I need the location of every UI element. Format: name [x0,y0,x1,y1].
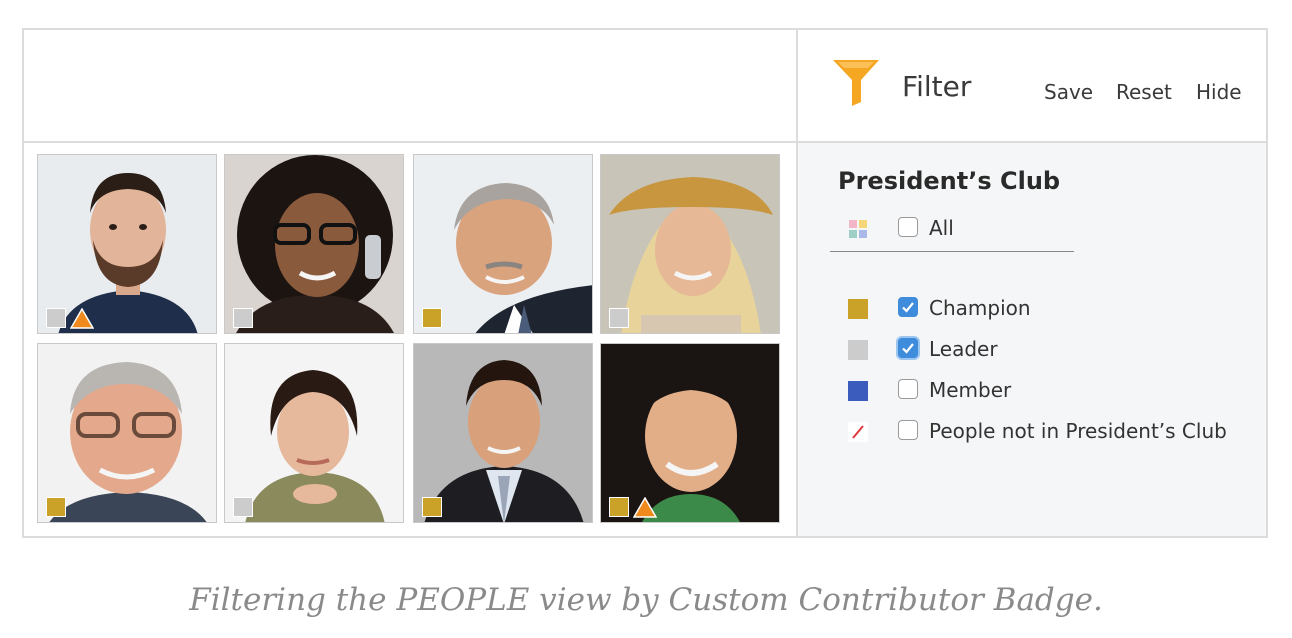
none-slash-icon [848,422,868,442]
checkbox-not-in-club[interactable] [898,420,918,440]
person-tile[interactable] [413,343,593,523]
checkmark-icon [902,343,914,354]
champion-badge [46,497,66,517]
leader-badge [233,308,253,328]
toolbar-blank-area [24,30,796,141]
champion-swatch [848,299,868,319]
champion-badge [609,497,629,517]
checkbox-all[interactable] [898,217,918,237]
checkmark-icon [902,302,914,313]
champion-label[interactable]: Champion [929,296,1031,320]
person-tile[interactable] [600,154,780,334]
person-tile[interactable] [37,343,217,523]
funnel-icon [833,60,879,106]
hide-link[interactable]: Hide [1196,80,1242,104]
checkbox-leader[interactable] [898,338,918,358]
panel-title: President’s Club [838,167,1061,195]
person-tile[interactable] [224,343,404,523]
filter-header: Filter Save Reset Hide [798,30,1266,141]
leader-label[interactable]: Leader [929,337,998,361]
person-tile[interactable] [413,154,593,334]
champion-badge [422,308,442,328]
figure-caption: Filtering the PEOPLE view by Custom Cont… [189,582,1103,618]
filter-row-member[interactable]: Member [798,375,1266,409]
person-tile[interactable] [224,154,404,334]
multi-color-grid-icon [849,220,867,238]
filter-row-all[interactable]: All [798,213,1266,247]
filter-row-not-in-club[interactable]: People not in President’s Club [798,416,1266,450]
member-swatch [848,381,868,401]
checkbox-member[interactable] [898,379,918,399]
not-in-club-label[interactable]: People not in President’s Club [929,419,1227,443]
leader-swatch [848,340,868,360]
leader-badge [233,497,253,517]
member-label[interactable]: Member [929,378,1011,402]
person-tile[interactable] [37,154,217,334]
filter-panel: President’s Club All Champion Leader Mem… [798,143,1266,536]
champion-badge [422,497,442,517]
filter-row-champion[interactable]: Champion [798,293,1266,327]
checkbox-champion[interactable] [898,297,918,317]
all-label[interactable]: All [929,216,954,240]
filter-title: Filter [902,70,972,103]
save-link[interactable]: Save [1044,80,1093,104]
leader-badge [46,308,66,328]
person-tile[interactable] [600,343,780,523]
warning-triangle-icon [633,497,657,518]
leader-badge [609,308,629,328]
panel-separator [830,251,1074,252]
filter-row-leader[interactable]: Leader [798,334,1266,368]
people-view-frame: Filter Save Reset Hide President’s Club … [22,28,1268,538]
reset-link[interactable]: Reset [1116,80,1172,104]
warning-triangle-icon [70,308,94,329]
